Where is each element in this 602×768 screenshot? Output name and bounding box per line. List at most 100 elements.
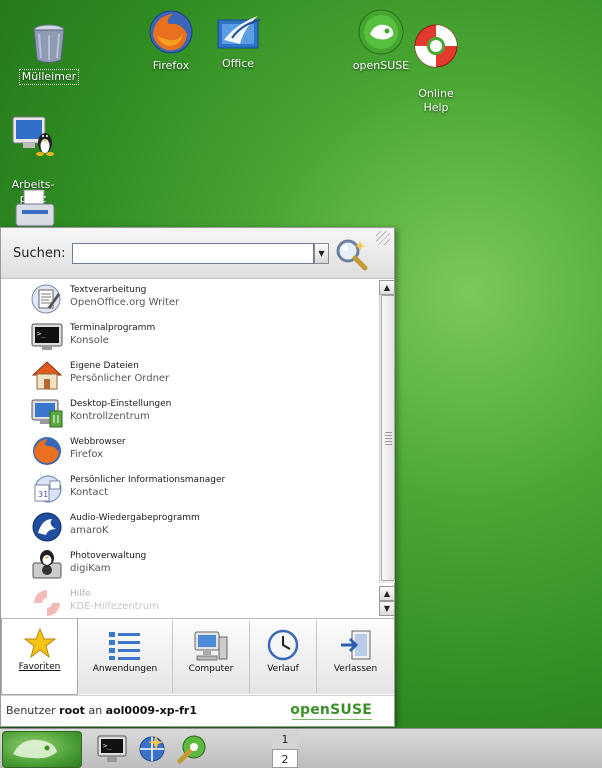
control-center-icon — [31, 399, 63, 428]
list-icon — [109, 632, 140, 660]
tab-label: Computer — [188, 664, 234, 674]
computer-icon — [194, 631, 228, 661]
desktop-icon-online-help[interactable]: Online Help — [396, 8, 476, 115]
trash-icon — [33, 24, 65, 63]
fav-subtitle: Firefox — [70, 449, 104, 460]
tab-label: Verlauf — [267, 664, 299, 674]
fav-title: Eigene Dateien — [70, 361, 139, 371]
resize-grip[interactable] — [376, 231, 390, 245]
start-button[interactable] — [2, 731, 82, 768]
tab-leave[interactable]: Verlassen — [317, 621, 394, 693]
scroll-thumb[interactable] — [381, 295, 395, 581]
help-icon — [34, 590, 60, 616]
host-name: aol0009-xp-fr1 — [105, 704, 198, 717]
fav-subtitle: Kontrollzentrum — [70, 411, 150, 422]
favorites-scrollbar[interactable]: ▲ ▲ ▼ — [379, 280, 395, 618]
firefox-icon — [33, 437, 61, 465]
list-item[interactable]: 31 Persönlicher Informationsmanager Kont… — [1, 470, 378, 508]
list-item[interactable]: Desktop-Einstellungen Kontrollzentrum — [1, 394, 378, 432]
desktop-pager: 1 2 — [272, 729, 298, 768]
svg-text:>_: >_ — [37, 330, 46, 338]
taskbar: >_ 1 2 — [0, 728, 602, 768]
search-input[interactable] — [72, 243, 314, 264]
fav-title: Desktop-Einstellungen — [70, 399, 172, 409]
clock-icon — [267, 629, 299, 661]
list-item[interactable]: Webbrowser Firefox — [1, 432, 378, 470]
fav-subtitle: OpenOffice.org Writer — [70, 297, 180, 308]
desktop-icon-printer[interactable] — [0, 188, 75, 231]
yast-launcher-icon[interactable] — [176, 733, 208, 765]
user-prefix: Benutzer — [6, 704, 56, 717]
fav-subtitle: Konsole — [70, 335, 109, 346]
chevron-down-icon: ▼ — [318, 249, 325, 258]
fav-title: Webbrowser — [70, 437, 126, 447]
printer-icon — [15, 189, 55, 227]
desktop-icon-label: Office — [221, 57, 255, 70]
search-icon — [336, 239, 368, 271]
browser-launcher-icon[interactable] — [136, 733, 168, 765]
fav-title: Hilfe — [70, 589, 91, 599]
opensuse-chameleon-icon — [13, 739, 57, 759]
terminal-icon: >_ — [31, 323, 63, 350]
favorites-list: Textverarbeitung OpenOffice.org Writer >… — [1, 280, 378, 618]
tab-applications[interactable]: Anwendungen — [78, 621, 173, 693]
writer-icon — [31, 284, 61, 314]
search-history-dropdown[interactable]: ▼ — [314, 243, 329, 264]
fav-subtitle: Persönlicher Ordner — [70, 373, 170, 384]
svg-text:>_: >_ — [103, 742, 112, 750]
fav-title: Photoverwaltung — [70, 551, 147, 561]
user-name: root — [59, 704, 85, 717]
arrow-down-icon: ▼ — [383, 604, 391, 613]
lifebuoy-icon — [414, 24, 458, 68]
fav-title: Textverarbeitung — [70, 285, 147, 295]
scroll-down-button[interactable]: ▼ — [379, 601, 395, 616]
fav-subtitle: KDE-Hilfezentrum — [70, 601, 159, 612]
user-at: an — [88, 704, 103, 717]
grip-icon — [385, 432, 392, 446]
fav-title: Audio-Wiedergabeprogramm — [70, 513, 200, 523]
amarok-icon — [32, 512, 62, 542]
tab-computer[interactable]: Computer — [173, 621, 250, 693]
search-label: Suchen: — [13, 246, 66, 261]
workplace-icon — [12, 116, 54, 156]
scroll-up-button-lower[interactable]: ▲ — [379, 586, 395, 601]
list-item[interactable]: >_ Terminalprogramm Konsole — [1, 318, 378, 356]
desktop-icon-trash[interactable]: Mülleimer — [9, 20, 89, 85]
desktop-icon-office[interactable]: Office — [198, 10, 278, 71]
desktop-icon-label: Mülleimer — [18, 69, 80, 85]
brand-underline — [292, 719, 372, 720]
fav-subtitle: amaroK — [70, 525, 109, 536]
home-icon — [31, 361, 63, 390]
office-icon — [217, 16, 261, 49]
digikam-icon — [32, 550, 62, 579]
menu-tab-bar: Favoriten Anwendungen Computer Verlauf V… — [1, 618, 394, 695]
exit-icon — [340, 630, 370, 660]
user-status-bar: Benutzer root an aol0009-xp-fr1 openSUSE — [1, 695, 394, 726]
fav-title: Persönlicher Informationsmanager — [70, 475, 226, 485]
scroll-up-button[interactable]: ▲ — [379, 280, 395, 295]
terminal-launcher-icon[interactable]: >_ — [96, 733, 128, 765]
desktop-2-button[interactable]: 2 — [272, 749, 298, 768]
list-item[interactable]: Photoverwaltung digiKam — [1, 546, 378, 584]
list-item[interactable]: Hilfe KDE-Hilfezentrum — [1, 584, 378, 618]
tab-label: Verlassen — [333, 664, 378, 674]
tab-favorites[interactable]: Favoriten — [1, 619, 78, 695]
list-item[interactable]: Eigene Dateien Persönlicher Ordner — [1, 356, 378, 394]
fav-subtitle: Kontact — [70, 487, 108, 498]
list-item[interactable]: Audio-Wiedergabeprogramm amaroK — [1, 508, 378, 546]
svg-text:31: 31 — [38, 490, 48, 499]
opensuse-logo: openSUSE — [290, 702, 372, 718]
search-bar: Suchen: ▼ — [1, 228, 394, 279]
desktop-icon-label: Online Help — [418, 87, 454, 114]
fav-subtitle: digiKam — [70, 563, 111, 574]
tab-label: Anwendungen — [92, 664, 158, 674]
list-item[interactable]: Textverarbeitung OpenOffice.org Writer — [1, 280, 378, 318]
arrow-up-icon: ▲ — [383, 589, 391, 598]
kontact-icon: 31 — [34, 475, 62, 503]
tab-history[interactable]: Verlauf — [250, 621, 317, 693]
scroll-track[interactable] — [379, 295, 395, 583]
arrow-up-icon: ▲ — [383, 283, 391, 292]
desktop-1-button[interactable]: 1 — [272, 730, 298, 749]
user-info: Benutzer root an aol0009-xp-fr1 — [6, 704, 197, 717]
tab-label: Favoriten — [18, 662, 61, 672]
